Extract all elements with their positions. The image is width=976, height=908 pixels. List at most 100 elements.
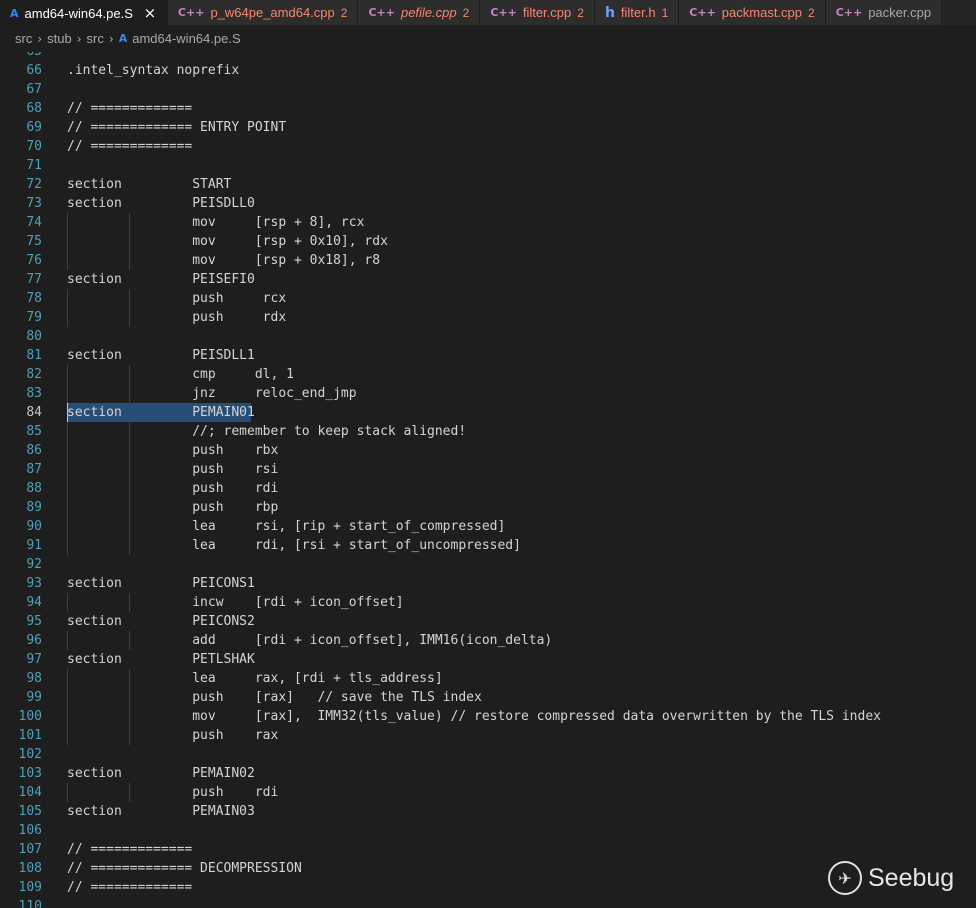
code-text[interactable]: // ============= bbox=[67, 878, 192, 897]
line-number: 98 bbox=[26, 671, 42, 686]
line-number: 89 bbox=[26, 500, 42, 515]
tab-p-w64pe-amd64-cpp[interactable]: C++ p_w64pe_amd64.cpp 2 bbox=[167, 0, 359, 25]
chevron-right-icon: › bbox=[37, 31, 43, 46]
code-line: 98 lea rax, [rdi + tls_address] bbox=[0, 669, 976, 688]
code-text[interactable]: section START bbox=[67, 175, 231, 194]
code-text[interactable]: section PEICONS1 bbox=[67, 574, 255, 593]
code-text[interactable]: // ============= bbox=[67, 99, 192, 118]
code-text[interactable]: push rdi bbox=[67, 479, 278, 498]
code-text[interactable]: // ============= bbox=[67, 137, 192, 156]
tab-amd64-win64-pe-s[interactable]: Aamd64-win64.pe.S × bbox=[0, 0, 168, 25]
code-text[interactable]: push rbx bbox=[67, 441, 278, 460]
code-line: 68 // ============= bbox=[0, 99, 976, 118]
problem-count-badge: 2 bbox=[577, 5, 584, 20]
code-text[interactable]: incw [rdi + icon_offset] bbox=[67, 593, 403, 612]
code-text[interactable]: section PETLSHAK bbox=[67, 650, 255, 669]
text-cursor bbox=[67, 403, 68, 422]
tab-label: amd64-win64.pe.S bbox=[24, 5, 133, 21]
line-number: 80 bbox=[26, 329, 42, 344]
code-line: 87 push rsi bbox=[0, 460, 976, 479]
line-number: 100 bbox=[18, 709, 42, 724]
seebug-logo-icon: ✈ bbox=[828, 861, 862, 895]
code-line: 102 bbox=[0, 745, 976, 764]
code-text[interactable]: lea rax, [rdi + tls_address] bbox=[67, 669, 442, 688]
line-number: 70 bbox=[26, 139, 42, 154]
code-text[interactable]: section PEISEFI0 bbox=[67, 270, 255, 289]
line-number: 99 bbox=[26, 690, 42, 705]
cpp-file-icon: C++ bbox=[689, 6, 716, 19]
line-number: 106 bbox=[18, 823, 42, 838]
code-text[interactable]: section PEISDLL1 bbox=[67, 346, 255, 365]
code-text[interactable]: // ============= bbox=[67, 840, 192, 859]
code-text[interactable]: section PEISDLL0 bbox=[67, 194, 255, 213]
editor-tab-bar: Aamd64-win64.pe.S × C++ p_w64pe_amd64.cpp 2 C… bbox=[0, 0, 976, 25]
line-number: 76 bbox=[26, 253, 42, 268]
tab-packer-cpp[interactable]: C++ packer.cpp bbox=[825, 0, 943, 25]
code-text[interactable]: section PEMAIN02 bbox=[67, 764, 255, 783]
breadcrumb-item-stub[interactable]: stub bbox=[47, 31, 72, 46]
code-text[interactable]: add [rdi + icon_offset], IMM16(icon_delt… bbox=[67, 631, 552, 650]
line-number: 93 bbox=[26, 576, 42, 591]
tab-filter-cpp[interactable]: C++ filter.cpp 2 bbox=[480, 0, 595, 25]
line-number: 104 bbox=[18, 785, 42, 800]
line-number: 86 bbox=[26, 443, 42, 458]
line-number: 78 bbox=[26, 291, 42, 306]
cpp-file-icon: C++ bbox=[490, 6, 517, 19]
line-number: 91 bbox=[26, 538, 42, 553]
code-line: 65 bbox=[0, 52, 976, 61]
code-line: 95 section PEICONS2 bbox=[0, 612, 976, 631]
code-text[interactable]: section PEMAIN03 bbox=[67, 802, 255, 821]
code-line: 103 section PEMAIN02 bbox=[0, 764, 976, 783]
breadcrumb-item-src[interactable]: src bbox=[87, 31, 104, 46]
code-text[interactable]: push rax bbox=[67, 726, 278, 745]
line-number: 66 bbox=[26, 63, 42, 78]
code-text[interactable]: mov [rsp + 0x18], r8 bbox=[67, 251, 380, 270]
cpp-file-icon: C++ bbox=[368, 6, 395, 19]
code-line: 107 // ============= bbox=[0, 840, 976, 859]
line-number: 97 bbox=[26, 652, 42, 667]
line-number: 107 bbox=[18, 842, 42, 857]
code-text[interactable]: mov [rsp + 8], rcx bbox=[67, 213, 364, 232]
code-text[interactable]: lea rsi, [rip + start_of_compressed] bbox=[67, 517, 505, 536]
code-text[interactable]: section PEICONS2 bbox=[67, 612, 255, 631]
watermark-text: Seebug bbox=[868, 863, 955, 892]
code-line: 84 section PEMAIN01 bbox=[0, 403, 976, 422]
problem-count-badge: 2 bbox=[808, 5, 815, 20]
breadcrumb-item-src[interactable]: src bbox=[15, 31, 32, 46]
code-text[interactable]: push rbp bbox=[67, 498, 278, 517]
code-line: 80 bbox=[0, 327, 976, 346]
tab-filter-h[interactable]: h filter.h 1 bbox=[594, 0, 680, 25]
code-text[interactable]: push rdx bbox=[67, 308, 286, 327]
breadcrumb-file[interactable]: amd64-win64.pe.S bbox=[132, 31, 240, 46]
code-text[interactable]: .intel_syntax noprefix bbox=[67, 61, 239, 80]
line-number: 109 bbox=[18, 880, 42, 895]
code-text[interactable]: push [rax] // save the TLS index bbox=[67, 688, 482, 707]
code-text[interactable]: push rcx bbox=[67, 289, 286, 308]
code-line: 71 bbox=[0, 156, 976, 175]
code-text[interactable]: // ============= ENTRY POINT bbox=[67, 118, 286, 137]
code-text[interactable]: lea rdi, [rsi + start_of_uncompressed] bbox=[67, 536, 521, 555]
code-text[interactable]: cmp dl, 1 bbox=[67, 365, 294, 384]
code-text[interactable]: push rdi bbox=[67, 783, 278, 802]
header-file-icon: h bbox=[604, 4, 615, 21]
code-text[interactable]: jnz reloc_end_jmp bbox=[67, 384, 356, 403]
problem-count-badge: 2 bbox=[340, 5, 348, 20]
code-line: 85 //; remember to keep stack aligned! bbox=[0, 422, 976, 441]
line-number: 67 bbox=[26, 82, 42, 97]
code-text[interactable]: // ============= DECOMPRESSION bbox=[67, 859, 302, 878]
code-text[interactable]: mov [rsp + 0x10], rdx bbox=[67, 232, 388, 251]
chevron-right-icon: › bbox=[76, 31, 82, 46]
line-number: 74 bbox=[26, 215, 42, 230]
code-text[interactable]: //; remember to keep stack aligned! bbox=[67, 422, 466, 441]
tab-packmast-cpp[interactable]: C++ packmast.cpp 2 bbox=[679, 0, 826, 25]
code-text[interactable]: mov [rax], IMM32(tls_value) // restore c… bbox=[67, 707, 881, 726]
tab-pefile-cpp[interactable]: C++ pefile.cpp 2 bbox=[358, 0, 481, 25]
line-number: 69 bbox=[26, 120, 42, 135]
code-text[interactable]: section PEMAIN01 bbox=[67, 403, 255, 422]
code-line: 90 lea rsi, [rip + start_of_compressed] bbox=[0, 517, 976, 536]
code-text[interactable]: push rsi bbox=[67, 460, 278, 479]
close-tab-icon[interactable]: × bbox=[143, 4, 157, 22]
line-number: 102 bbox=[18, 747, 42, 762]
line-number: 108 bbox=[18, 861, 42, 876]
code-editor[interactable]: 65 66 .intel_syntax noprefix 67 68 // =======… bbox=[0, 52, 976, 908]
